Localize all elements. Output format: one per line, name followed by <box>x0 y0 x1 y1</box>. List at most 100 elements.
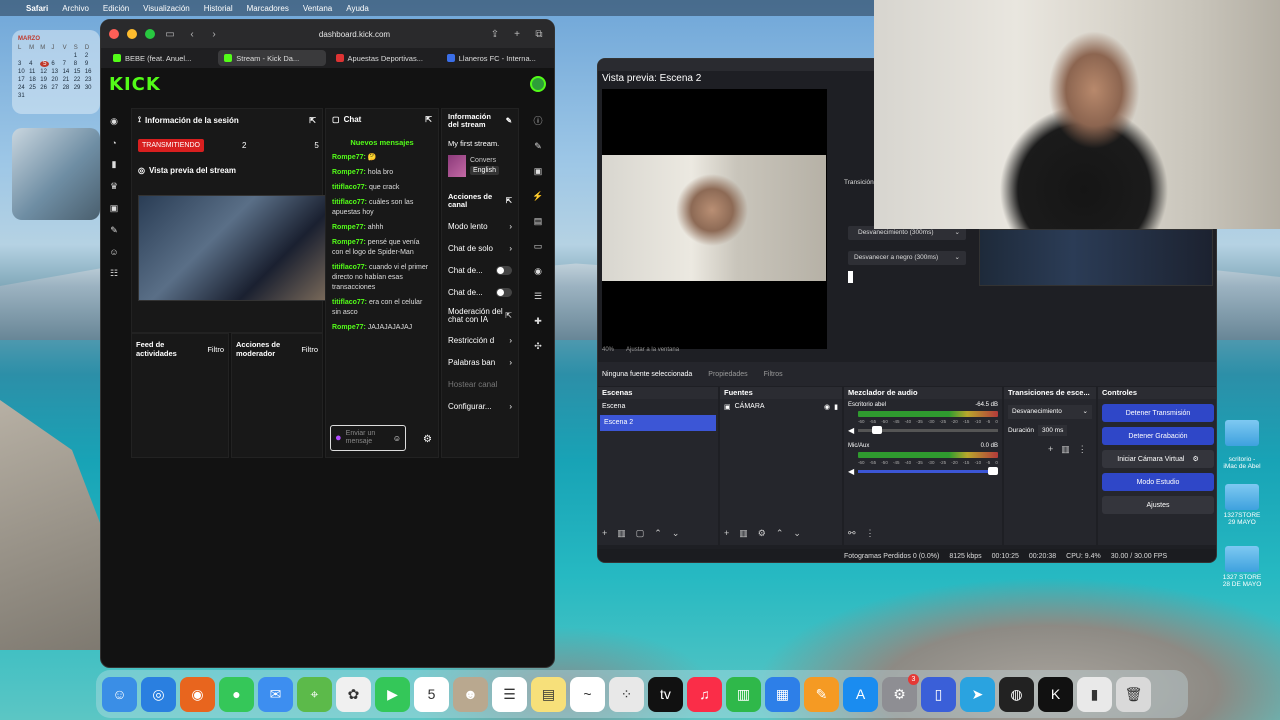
gear-icon[interactable]: ⚙ <box>758 528 766 539</box>
layers-icon[interactable]: ☰ <box>534 291 542 302</box>
tab-apuestas[interactable]: Apuestas Deportivas... <box>330 50 437 66</box>
chat-message[interactable]: titiflaco77: que crack <box>332 183 432 193</box>
finder-icon[interactable]: ☺ <box>102 676 137 712</box>
eye-icon[interactable]: ◉ <box>824 403 830 411</box>
appstore-icon[interactable]: A <box>843 676 878 712</box>
contacts-icon[interactable]: ☻ <box>453 676 488 712</box>
chat-message[interactable]: Rompe77: hola bro <box>332 168 432 178</box>
downloads-icon[interactable]: ▮ <box>1077 676 1112 712</box>
studio-mode-button[interactable]: Modo Estudio <box>1102 473 1214 491</box>
toggle-switch[interactable] <box>496 265 512 275</box>
action-subs-only[interactable]: Chat de solo › <box>448 237 512 259</box>
popout-icon[interactable]: ⇱ <box>425 115 432 124</box>
filters-button[interactable]: Filtros <box>764 371 783 378</box>
facetime-icon[interactable]: ▶ <box>375 676 410 712</box>
obs-preview-video[interactable] <box>602 155 826 281</box>
properties-button[interactable]: Propiedades <box>708 371 747 378</box>
volume-2-knob[interactable] <box>988 467 998 475</box>
menu-edicion[interactable]: Edición <box>103 4 129 13</box>
transition-select-2[interactable]: Desvanecer a negro (300ms) ⌄ <box>848 251 966 265</box>
tv-icon[interactable]: tv <box>648 676 683 712</box>
avatar[interactable] <box>530 76 546 92</box>
desktop-folder-3[interactable]: 1327STORE 29 MAYO <box>1222 484 1262 526</box>
filter-icon[interactable]: ▢ <box>636 528 645 539</box>
pencil-icon[interactable]: ✎ <box>534 141 542 152</box>
maps-icon[interactable]: ⌖ <box>297 676 332 712</box>
trash-icon[interactable]: 🗑 <box>1116 676 1151 712</box>
gear-icon[interactable]: ⚙ <box>1192 455 1198 463</box>
scene-item[interactable]: Escena <box>598 399 718 415</box>
broadcast-small-icon[interactable]: ◉ <box>534 266 542 277</box>
message-icon[interactable]: ▭ <box>534 241 543 252</box>
action-chat-toggle-2[interactable]: Chat de... <box>448 281 512 303</box>
stream-preview-video[interactable] <box>138 195 328 301</box>
zoom-window-button[interactable] <box>145 29 155 39</box>
virtual-camera-button[interactable]: Iniciar Cámara Virtual ⚙ <box>1102 450 1214 468</box>
fit-window[interactable]: Ajustar a la ventana <box>626 347 679 353</box>
chat-message[interactable]: Rompe77: JAJAJAJAJAJ <box>332 323 432 333</box>
chat-username[interactable]: Rompe77: <box>332 224 366 231</box>
action-restriction[interactable]: Restricción d › <box>448 329 512 351</box>
puzzle-icon[interactable]: ✣ <box>534 341 542 352</box>
trash-icon[interactable]: ▥ <box>739 528 748 539</box>
chat-username[interactable]: titiflaco77: <box>332 299 367 306</box>
music-icon[interactable]: ♫ <box>687 676 722 712</box>
lock-icon[interactable]: ▮ <box>834 403 838 411</box>
stream-category[interactable]: Convers English <box>448 155 512 177</box>
community-icon[interactable]: ☺ <box>109 247 118 257</box>
move-down-icon[interactable]: ⌄ <box>672 528 680 539</box>
messages-icon[interactable]: ● <box>219 676 254 712</box>
volume-slider-1[interactable] <box>858 426 998 434</box>
desktop-folder-4[interactable]: 1327 STORE 28 DE MAYO <box>1222 546 1262 588</box>
duration-input[interactable]: 300 ms <box>1038 425 1068 436</box>
chat-message[interactable]: titiflaco77: cuáles son las apuestas hoy <box>332 198 432 218</box>
calendar-widget[interactable]: MARZO L M M J V S D 1 2 3 4 5 6 7 8 9 10 11 12 13 14 15 16 17 18… <box>12 30 100 114</box>
trophy-icon[interactable]: ♛ <box>110 181 118 192</box>
chat-message[interactable]: Rompe77: ahhh <box>332 223 432 233</box>
keynote-icon[interactable]: ▦ <box>765 676 800 712</box>
forward-icon[interactable]: › <box>207 29 221 40</box>
chat-username[interactable]: titiflaco77: <box>332 184 367 191</box>
action-slow-mode[interactable]: Modo lento › <box>448 215 512 237</box>
lightning-icon[interactable]: ⚡ <box>532 191 543 202</box>
popout-icon[interactable]: ⇱ <box>506 197 512 205</box>
action-configure[interactable]: Configurar... › <box>448 395 512 417</box>
stop-streaming-button[interactable]: Detener Transmisión <box>1102 404 1214 422</box>
action-host-channel[interactable]: Hostear canal <box>448 373 512 395</box>
chat-message[interactable]: Rompe77: 🤔 <box>332 153 432 163</box>
notes-icon[interactable]: ▤ <box>531 676 566 712</box>
transition-type-select[interactable]: Desvanecimiento ⌄ <box>1008 405 1092 419</box>
monetize-icon[interactable]: ▣ <box>110 203 119 214</box>
speaker-icon[interactable]: ◀ <box>848 467 854 476</box>
freeform-icon[interactable]: ~ <box>570 676 605 712</box>
edit-icon[interactable]: ✎ <box>506 117 512 125</box>
settings-nav-icon[interactable]: ☷ <box>110 268 118 279</box>
toggle-switch[interactable] <box>496 287 512 297</box>
action-banned-words[interactable]: Palabras ban › <box>448 351 512 373</box>
filter-button[interactable]: Filtro <box>207 345 224 354</box>
photos-icon[interactable]: ✿ <box>336 676 371 712</box>
scene-item-selected[interactable]: Escena 2 <box>600 415 716 431</box>
new-tab-icon[interactable]: + <box>510 29 524 40</box>
trash-icon[interactable]: ▥ <box>617 528 626 539</box>
broadcast-icon[interactable]: ◉ <box>110 116 118 127</box>
tab-stream-kick[interactable]: Stream - Kick Da... <box>218 50 326 66</box>
photo-widget[interactable] <box>12 128 100 220</box>
volume-1-knob[interactable] <box>872 426 883 434</box>
action-chat-toggle-1[interactable]: Chat de... <box>448 259 512 281</box>
reminders-icon[interactable]: ☰ <box>492 676 527 712</box>
iphone-mirroring-icon[interactable]: ▯ <box>921 676 956 712</box>
t-bar-slider[interactable] <box>848 271 853 283</box>
chat-message[interactable]: titiflaco77: cuando vi el primer directo… <box>332 263 432 293</box>
tab-bebe[interactable]: BEBE (feat. Anuel... <box>107 50 214 66</box>
analytics-icon[interactable]: ◔ <box>111 138 116 148</box>
screen-icon[interactable]: ▣ <box>534 166 543 177</box>
stop-recording-button[interactable]: Detener Grabación <box>1102 427 1214 445</box>
volume-slider-2[interactable] <box>858 467 998 475</box>
clipboard-icon[interactable]: ▤ <box>534 216 543 227</box>
new-messages-divider[interactable]: Nuevos mensajes <box>332 138 432 147</box>
chat-username[interactable]: titiflaco77: <box>332 264 367 271</box>
numbers-icon[interactable]: ▥ <box>726 676 761 712</box>
wrench-icon[interactable]: ✚ <box>534 316 542 327</box>
zoom-level[interactable]: 40% <box>602 347 614 353</box>
